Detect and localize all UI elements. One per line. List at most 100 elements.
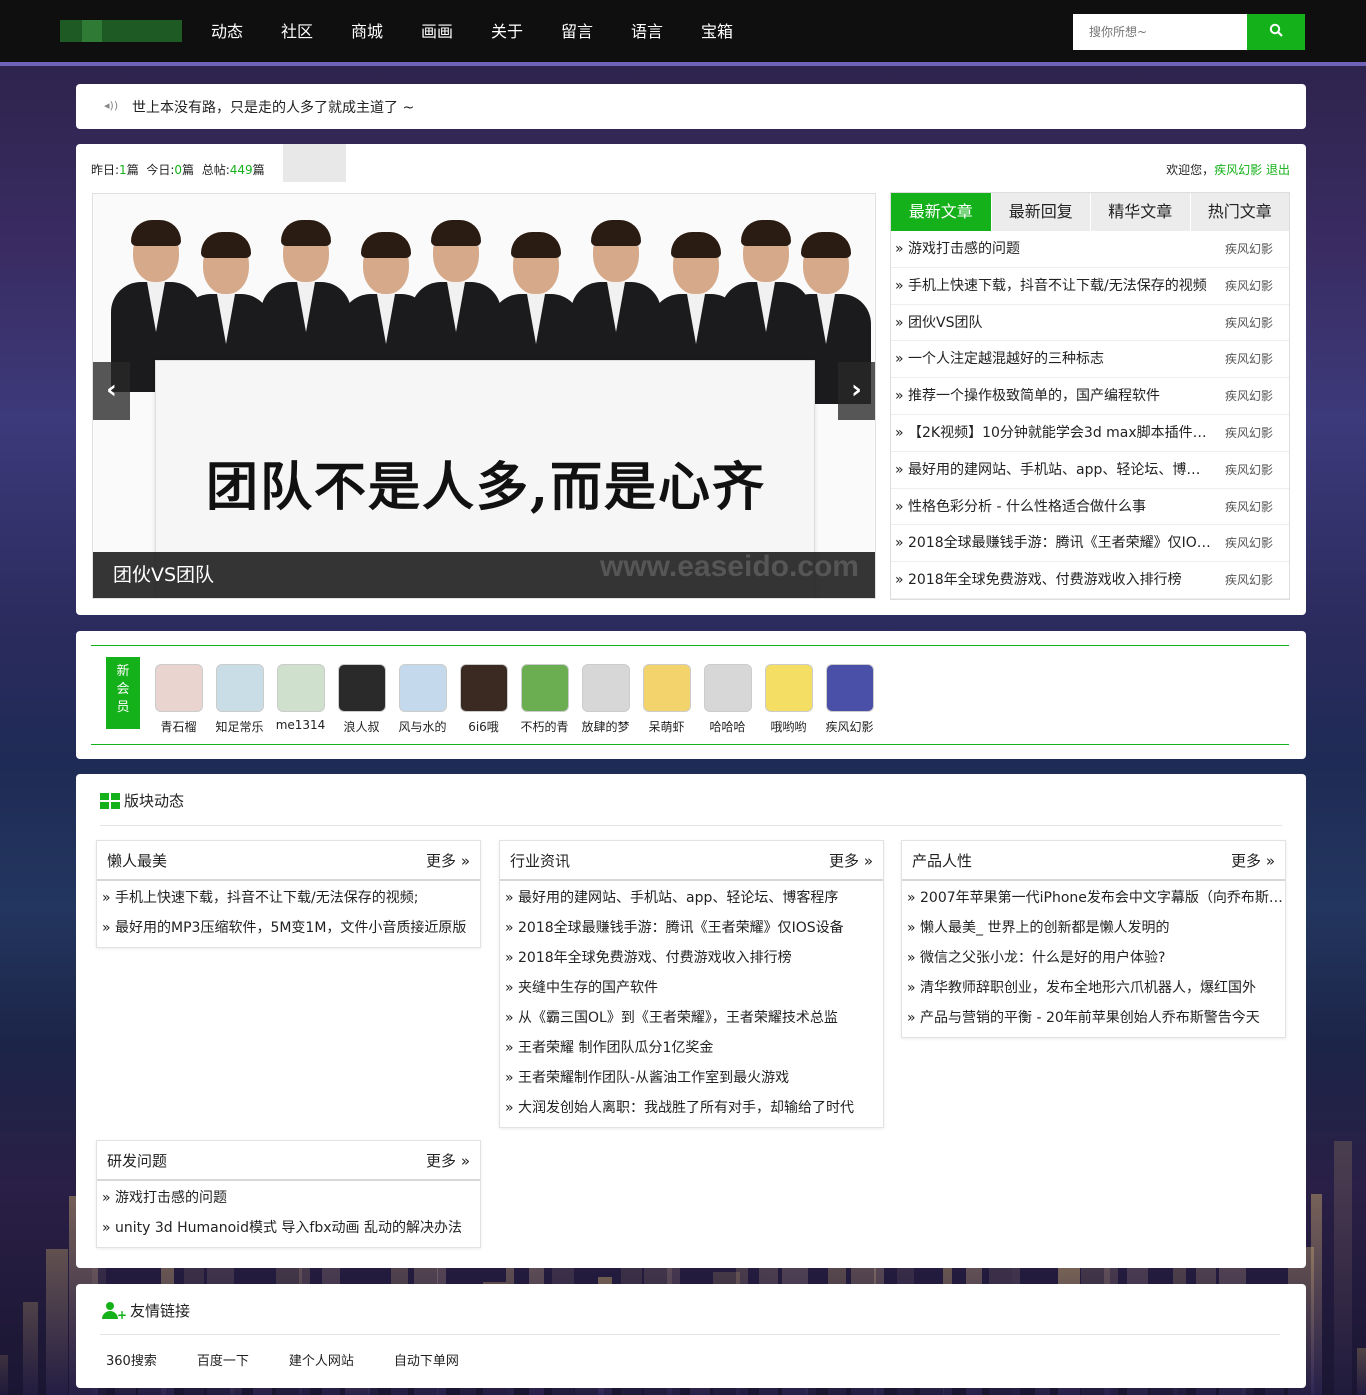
article-author[interactable]: 疾风幻影 bbox=[1225, 452, 1273, 488]
welcome-username[interactable]: 疾风幻影 bbox=[1214, 163, 1262, 177]
article-author[interactable]: 疾风幻影 bbox=[1225, 341, 1273, 377]
list-item[interactable]: » 微信之父张小龙：什么是好的用户体验? bbox=[902, 943, 1285, 973]
member-item[interactable]: 哦哟哟 bbox=[758, 664, 819, 735]
member-item[interactable]: 呆萌虾 bbox=[636, 664, 697, 735]
member-item[interactable]: 哈哈哈 bbox=[697, 664, 758, 735]
article-title[interactable]: » 游戏打击感的问题 bbox=[895, 231, 1213, 267]
member-item[interactable]: 青石榴 bbox=[148, 664, 209, 735]
board-card-title[interactable]: 行业资讯 bbox=[510, 852, 570, 870]
list-item[interactable]: » 懒人最美_ 世界上的创新都是懒人发明的 bbox=[902, 913, 1285, 943]
member-name[interactable]: 不朽的青 bbox=[514, 718, 575, 735]
tab-featured-articles[interactable]: 精华文章 bbox=[1090, 193, 1190, 231]
avatar[interactable] bbox=[215, 664, 264, 712]
board-card-title[interactable]: 研发问题 bbox=[107, 1152, 167, 1170]
list-item[interactable]: » 最好用的MP3压缩软件，5M变1M，文件小音质接近原版 bbox=[97, 913, 480, 943]
list-item[interactable]: » 游戏打击感的问题 bbox=[97, 1183, 480, 1213]
more-link[interactable]: 更多 » bbox=[426, 841, 470, 881]
avatar[interactable] bbox=[581, 664, 630, 712]
member-name[interactable]: 呆萌虾 bbox=[636, 718, 697, 735]
board-card-title[interactable]: 懒人最美 bbox=[107, 852, 167, 870]
article-item[interactable]: » 一个人注定越混越好的三种标志 疾风幻影 bbox=[891, 341, 1289, 379]
list-item[interactable]: » unity 3d Humanoid模式 导入fbx动画 乱动的解决办法 bbox=[97, 1213, 480, 1243]
member-item[interactable]: 6i6哦 bbox=[453, 664, 514, 735]
article-author[interactable]: 疾风幻影 bbox=[1225, 415, 1273, 451]
nav-item-guanyu[interactable]: 关于 bbox=[472, 0, 542, 66]
article-author[interactable]: 疾风幻影 bbox=[1225, 562, 1273, 598]
list-item[interactable]: » 王者荣耀制作团队-从酱油工作室到最火游戏 bbox=[500, 1063, 883, 1093]
avatar[interactable] bbox=[520, 664, 569, 712]
avatar[interactable] bbox=[459, 664, 508, 712]
member-item[interactable]: 不朽的青 bbox=[514, 664, 575, 735]
friend-link-baidu[interactable]: 百度一下 bbox=[197, 1350, 249, 1369]
tab-latest-replies[interactable]: 最新回复 bbox=[990, 193, 1091, 231]
member-item[interactable]: 疾风幻影 bbox=[819, 664, 880, 735]
article-author[interactable]: 疾风幻影 bbox=[1225, 231, 1273, 267]
list-item[interactable]: » 从《霸三国OL》到《王者荣耀》，王者荣耀技术总监 bbox=[500, 1003, 883, 1033]
member-name[interactable]: me1314 bbox=[270, 718, 331, 732]
avatar[interactable] bbox=[703, 664, 752, 712]
slider-next-button[interactable]: › bbox=[838, 362, 875, 420]
avatar[interactable] bbox=[825, 664, 874, 712]
article-title[interactable]: » 性格色彩分析 - 什么性格适合做什么事 bbox=[895, 489, 1213, 525]
slider-prev-button[interactable]: ‹ bbox=[93, 362, 130, 420]
more-link[interactable]: 更多 » bbox=[426, 1141, 470, 1181]
member-name[interactable]: 风与水的 bbox=[392, 718, 453, 735]
member-name[interactable]: 青石榴 bbox=[148, 718, 209, 735]
list-item[interactable]: » 2007年苹果第一代iPhone发布会中文字幕版（向乔布斯致敬） bbox=[902, 883, 1285, 913]
member-item[interactable]: 风与水的 bbox=[392, 664, 453, 735]
list-item[interactable]: » 清华教师辞职创业，发布全地形六爪机器人，爆红国外 bbox=[902, 973, 1285, 1003]
article-author[interactable]: 疾风幻影 bbox=[1225, 489, 1273, 525]
avatar[interactable] bbox=[642, 664, 691, 712]
article-item[interactable]: » 游戏打击感的问题 疾风幻影 bbox=[891, 231, 1289, 268]
search-input[interactable] bbox=[1073, 14, 1247, 50]
member-item[interactable]: 浪人叔 bbox=[331, 664, 392, 735]
more-link[interactable]: 更多 » bbox=[1231, 841, 1275, 881]
article-title[interactable]: » 团伙VS团队 bbox=[895, 305, 1213, 341]
board-card-title[interactable]: 产品人性 bbox=[912, 852, 972, 870]
article-author[interactable]: 疾风幻影 bbox=[1225, 525, 1273, 561]
article-item[interactable]: » 最好用的建网站、手机站、app、轻论坛、博客程序 疾风幻影 bbox=[891, 452, 1289, 489]
article-title[interactable]: » 最好用的建网站、手机站、app、轻论坛、博客程序 bbox=[895, 452, 1213, 488]
logout-link[interactable]: 退出 bbox=[1266, 163, 1290, 177]
nav-item-shangcheng[interactable]: 商城 bbox=[332, 0, 402, 66]
article-title[interactable]: » 【2K视频】10分钟就能学会3d max脚本插件开发 bbox=[895, 415, 1213, 451]
avatar[interactable] bbox=[398, 664, 447, 712]
list-item[interactable]: » 夹缝中生存的国产软件 bbox=[500, 973, 883, 1003]
member-name[interactable]: 哈哈哈 bbox=[697, 718, 758, 735]
article-item[interactable]: » 【2K视频】10分钟就能学会3d max脚本插件开发 疾风幻影 bbox=[891, 415, 1289, 452]
article-title[interactable]: » 2018全球最赚钱手游：腾讯《王者荣耀》仅IOS设备 bbox=[895, 525, 1213, 561]
member-name[interactable]: 6i6哦 bbox=[453, 718, 514, 735]
list-item[interactable]: » 最好用的建网站、手机站、app、轻论坛、博客程序 bbox=[500, 883, 883, 913]
article-author[interactable]: 疾风幻影 bbox=[1225, 378, 1273, 414]
nav-item-baoxiang[interactable]: 宝箱 bbox=[682, 0, 752, 66]
article-item[interactable]: » 2018全球最赚钱手游：腾讯《王者荣耀》仅IOS设备 疾风幻影 bbox=[891, 525, 1289, 563]
friend-link-personal-site[interactable]: 建个人网站 bbox=[289, 1350, 354, 1369]
member-name[interactable]: 疾风幻影 bbox=[819, 718, 880, 735]
article-item[interactable]: » 推荐一个操作极致简单的，国产编程软件 疾风幻影 bbox=[891, 378, 1289, 415]
tab-latest-articles[interactable]: 最新文章 bbox=[891, 193, 991, 231]
article-title[interactable]: » 2018年全球免费游戏、付费游戏收入排行榜 bbox=[895, 562, 1213, 598]
nav-item-yuyan[interactable]: 语言 bbox=[612, 0, 682, 66]
image-slider[interactable]: 团队不是人多,而是心齐 ‹ › 团伙VS团队 www.easeido.com bbox=[92, 193, 876, 599]
article-item[interactable]: » 手机上快速下载，抖音不让下载/无法保存的视频 疾风幻影 bbox=[891, 268, 1289, 305]
search-button[interactable] bbox=[1247, 14, 1305, 50]
member-name[interactable]: 浪人叔 bbox=[331, 718, 392, 735]
friend-link-360[interactable]: 360搜索 bbox=[106, 1350, 157, 1369]
avatar[interactable] bbox=[276, 664, 325, 712]
member-item[interactable]: 放肆的梦 bbox=[575, 664, 636, 735]
nav-item-liuyan[interactable]: 留言 bbox=[542, 0, 612, 66]
article-item[interactable]: » 性格色彩分析 - 什么性格适合做什么事 疾风幻影 bbox=[891, 489, 1289, 526]
nav-item-huahua[interactable]: 画画 bbox=[402, 0, 472, 66]
friend-link-auto-order[interactable]: 自动下单网 bbox=[394, 1350, 459, 1369]
avatar[interactable] bbox=[154, 664, 203, 712]
site-logo[interactable] bbox=[60, 20, 182, 42]
article-author[interactable]: 疾风幻影 bbox=[1225, 305, 1273, 341]
article-title[interactable]: » 手机上快速下载，抖音不让下载/无法保存的视频 bbox=[895, 268, 1213, 304]
member-name[interactable]: 知足常乐 bbox=[209, 718, 270, 735]
nav-item-shequ[interactable]: 社区 bbox=[262, 0, 332, 66]
member-name[interactable]: 哦哟哟 bbox=[758, 718, 819, 735]
article-author[interactable]: 疾风幻影 bbox=[1225, 268, 1273, 304]
more-link[interactable]: 更多 » bbox=[829, 841, 873, 881]
nav-item-dongtai[interactable]: 动态 bbox=[192, 0, 262, 66]
avatar[interactable] bbox=[764, 664, 813, 712]
